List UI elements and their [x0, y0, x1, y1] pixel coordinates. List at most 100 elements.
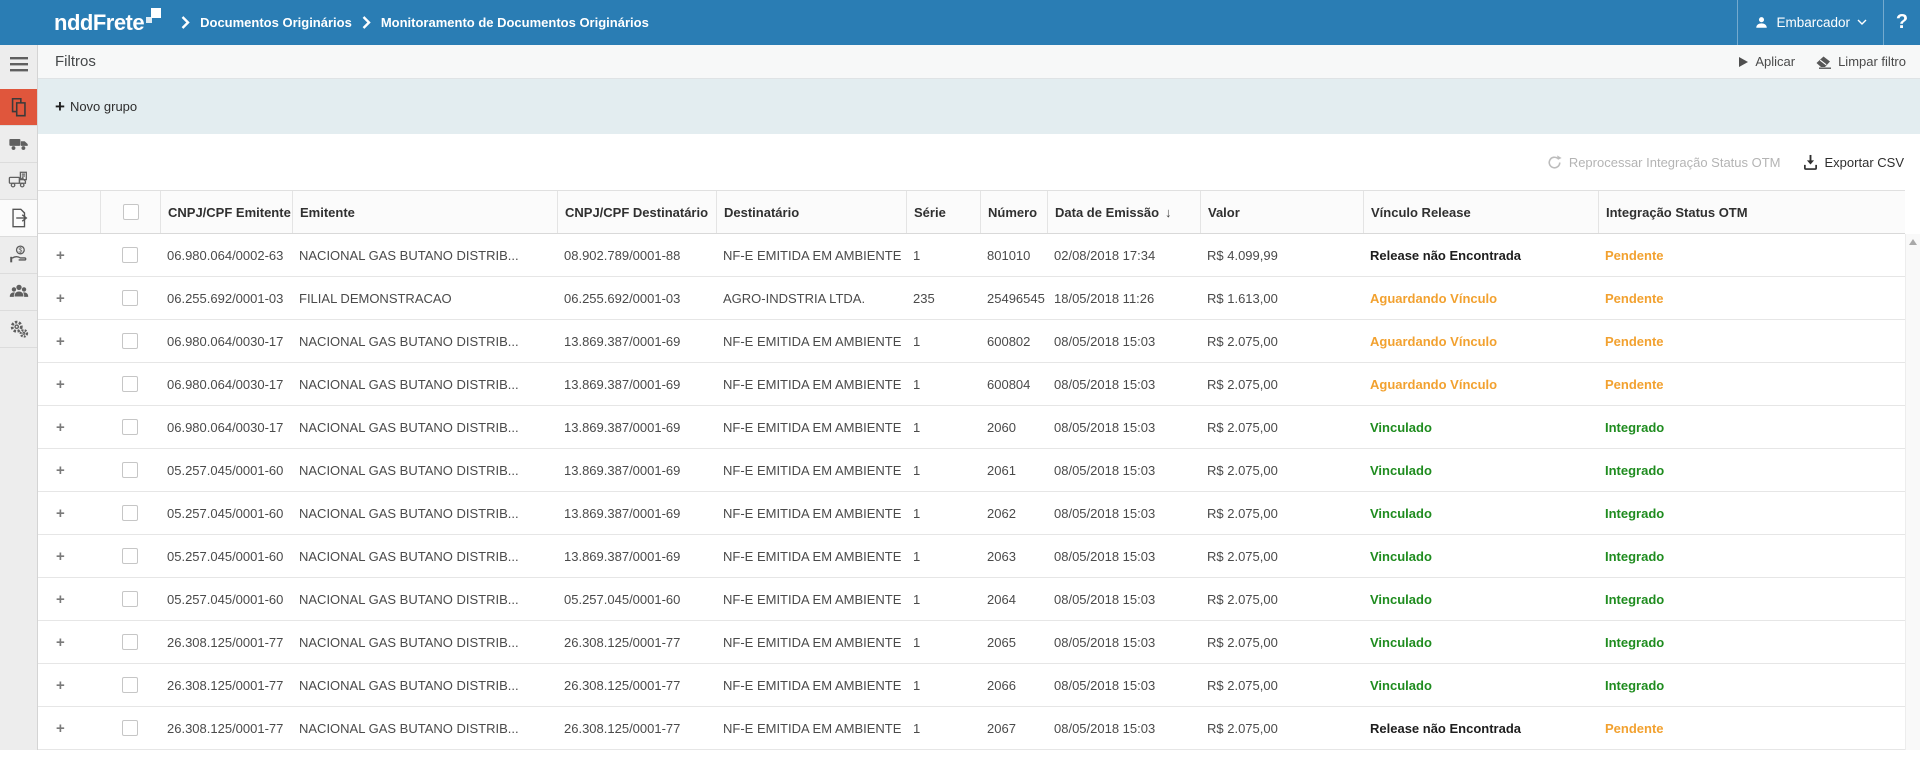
scroll-up-icon[interactable]: [1909, 239, 1917, 245]
cell-cnpj-destinatario: 08.902.789/0001-88: [557, 234, 716, 276]
cell-emitente: NACIONAL GAS BUTANO DISTRIB...: [292, 707, 557, 749]
row-checkbox[interactable]: [122, 634, 138, 650]
checkbox-cell: [100, 449, 160, 491]
cell-numero: 2063: [980, 535, 1047, 577]
apply-filter-button[interactable]: Aplicar: [1738, 54, 1795, 69]
header-vinculo-release[interactable]: Vínculo Release: [1363, 191, 1598, 233]
user-role-menu[interactable]: Embarcador: [1737, 0, 1883, 45]
row-checkbox[interactable]: [122, 376, 138, 392]
breadcrumb-item-monitoramento[interactable]: Monitoramento de Documentos Originários: [381, 15, 649, 30]
filters-title: Filtros: [55, 53, 96, 70]
checkbox-cell: [100, 707, 160, 749]
cell-serie: 1: [906, 363, 980, 405]
cell-data-emissao: 08/05/2018 15:03: [1047, 449, 1200, 491]
cell-cnpj-emitente: 06.255.692/0001-03: [160, 277, 292, 319]
new-group-button[interactable]: + Novo grupo: [55, 99, 137, 114]
expand-row-button[interactable]: +: [56, 634, 65, 651]
export-csv-button[interactable]: Exportar CSV: [1803, 154, 1904, 170]
cell-destinatario: NF-E EMITIDA EM AMBIENTE DE ...: [716, 406, 906, 448]
truck-icon: [8, 133, 30, 155]
cell-vinculo-release: Vinculado: [1363, 621, 1598, 663]
logo-squares-icon: [146, 8, 161, 24]
header-data-emissao[interactable]: Data de Emissão ↓: [1047, 191, 1200, 233]
cell-serie: 1: [906, 707, 980, 749]
cell-data-emissao: 02/08/2018 17:34: [1047, 234, 1200, 276]
cell-cnpj-destinatario: 13.869.387/0001-69: [557, 449, 716, 491]
sidebar-item-transporte[interactable]: [0, 126, 37, 163]
sidebar-menu-toggle[interactable]: [0, 45, 37, 82]
expand-row-button[interactable]: +: [56, 462, 65, 479]
cell-numero: 2066: [980, 664, 1047, 706]
cell-vinculo-release: Vinculado: [1363, 535, 1598, 577]
new-group-label: Novo grupo: [70, 99, 137, 114]
header-cnpj-destinatario[interactable]: CNPJ/CPF Destinatário: [557, 191, 716, 233]
header-serie[interactable]: Série: [906, 191, 980, 233]
play-icon: [1738, 56, 1749, 68]
cell-numero: 801010: [980, 234, 1047, 276]
hand-coin-icon: $: [8, 244, 30, 266]
expand-row-button[interactable]: +: [56, 720, 65, 737]
help-button[interactable]: ?: [1883, 0, 1920, 45]
expand-row-button[interactable]: +: [56, 591, 65, 608]
header-emitente[interactable]: Emitente: [292, 191, 557, 233]
table-row: + 06.980.064/0002-63 NACIONAL GAS BUTANO…: [38, 234, 1905, 277]
row-checkbox[interactable]: [122, 247, 138, 263]
row-checkbox[interactable]: [122, 290, 138, 306]
header-destinatario[interactable]: Destinatário: [716, 191, 906, 233]
eraser-icon: [1815, 55, 1832, 69]
row-checkbox[interactable]: [122, 677, 138, 693]
sidebar-item-exportacao-documentos[interactable]: [0, 200, 37, 237]
header-numero[interactable]: Número: [980, 191, 1047, 233]
row-checkbox[interactable]: [122, 720, 138, 736]
sidebar-item-usuarios[interactable]: [0, 274, 37, 311]
expand-row-button[interactable]: +: [56, 290, 65, 307]
row-checkbox[interactable]: [122, 333, 138, 349]
cell-cnpj-destinatario: 26.308.125/0001-77: [557, 707, 716, 749]
expand-row-button[interactable]: +: [56, 247, 65, 264]
expand-row-button[interactable]: +: [56, 677, 65, 694]
header-valor[interactable]: Valor: [1200, 191, 1363, 233]
cell-destinatario: NF-E EMITIDA EM AMBIENTE DE ...: [716, 449, 906, 491]
sidebar-icon-rail: $: [0, 45, 38, 750]
expand-row-button[interactable]: +: [56, 548, 65, 565]
sidebar-item-documentos-transporte[interactable]: [0, 163, 37, 200]
vertical-scrollbar[interactable]: [1905, 234, 1920, 750]
expand-row-button[interactable]: +: [56, 376, 65, 393]
cell-destinatario: NF-E EMITIDA EM AMBIENTE DE ...: [716, 492, 906, 534]
row-checkbox[interactable]: [122, 419, 138, 435]
cell-data-emissao: 08/05/2018 15:03: [1047, 707, 1200, 749]
sidebar-item-financeiro[interactable]: $: [0, 237, 37, 274]
sidebar-item-documentos-originarios[interactable]: [0, 89, 37, 126]
cell-cnpj-emitente: 26.308.125/0001-77: [160, 707, 292, 749]
cell-numero: 600804: [980, 363, 1047, 405]
header-integracao-status-otm[interactable]: Integração Status OTM: [1598, 191, 1905, 233]
cell-vinculo-release: Aguardando Vínculo: [1363, 363, 1598, 405]
breadcrumb-item-documentos[interactable]: Documentos Originários: [200, 15, 352, 30]
cell-numero: 2062: [980, 492, 1047, 534]
expand-row-button[interactable]: +: [56, 419, 65, 436]
cell-emitente: FILIAL DEMONSTRACAO: [292, 277, 557, 319]
cell-vinculo-release: Vinculado: [1363, 664, 1598, 706]
table-row: + 05.257.045/0001-60 NACIONAL GAS BUTANO…: [38, 535, 1905, 578]
table-row: + 06.980.064/0030-17 NACIONAL GAS BUTANO…: [38, 363, 1905, 406]
sidebar-item-configuracoes[interactable]: [0, 311, 37, 348]
cell-valor: R$ 2.075,00: [1200, 449, 1363, 491]
cell-cnpj-emitente: 05.257.045/0001-60: [160, 578, 292, 620]
cell-integracao-status: Pendente: [1598, 277, 1905, 319]
row-checkbox[interactable]: [122, 548, 138, 564]
row-checkbox[interactable]: [122, 462, 138, 478]
expand-row-button[interactable]: +: [56, 505, 65, 522]
reprocess-otm-button[interactable]: Reprocessar Integração Status OTM: [1547, 155, 1781, 170]
row-checkbox[interactable]: [122, 591, 138, 607]
expand-cell: +: [38, 320, 100, 362]
table-body: + 06.980.064/0002-63 NACIONAL GAS BUTANO…: [38, 234, 1905, 750]
clear-filter-button[interactable]: Limpar filtro: [1815, 54, 1906, 69]
header-cnpj-emitente[interactable]: CNPJ/CPF Emitente: [160, 191, 292, 233]
cell-cnpj-emitente: 06.980.064/0030-17: [160, 320, 292, 362]
app-logo[interactable]: nddFrete: [54, 10, 161, 36]
row-checkbox[interactable]: [122, 505, 138, 521]
cell-valor: R$ 2.075,00: [1200, 578, 1363, 620]
cell-data-emissao: 18/05/2018 11:26: [1047, 277, 1200, 319]
select-all-checkbox[interactable]: [123, 204, 139, 220]
expand-row-button[interactable]: +: [56, 333, 65, 350]
